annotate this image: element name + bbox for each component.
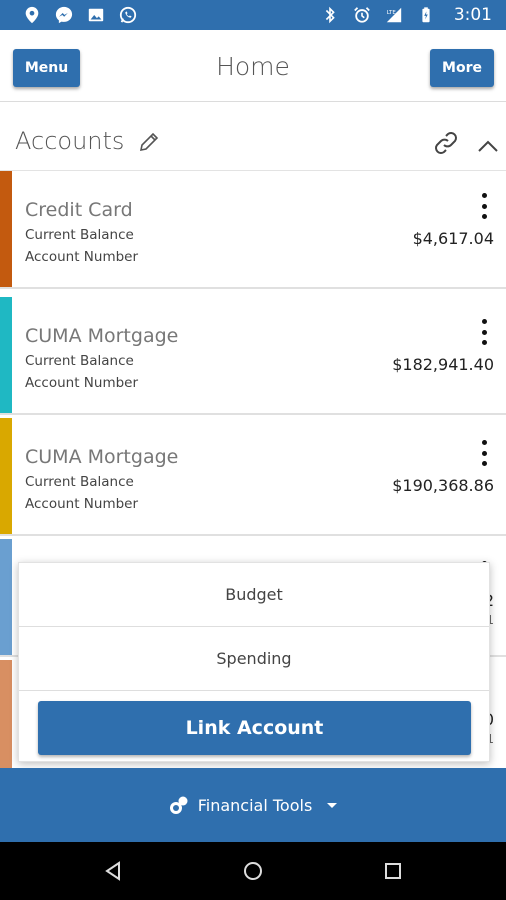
alarm-icon: [352, 5, 372, 25]
account-color-stripe: [0, 171, 12, 287]
menu-item-spending[interactable]: Spending: [19, 627, 489, 691]
status-bar: LTE 3:01: [0, 0, 506, 30]
current-balance-label: Current Balance: [25, 353, 134, 369]
account-number-label: Account Number: [25, 249, 139, 265]
location-icon: [22, 5, 42, 25]
link-chain-icon[interactable]: [432, 130, 460, 156]
account-name: CUMA Mortgage: [25, 446, 179, 468]
chevron-up-icon[interactable]: [476, 137, 500, 155]
menu-item-budget[interactable]: Budget: [19, 563, 489, 627]
image-icon: [86, 5, 106, 25]
financial-tools-bar[interactable]: Financial Tools: [0, 768, 506, 842]
caret-down-icon: [327, 803, 338, 808]
recent-apps-icon[interactable]: [381, 859, 405, 883]
more-options-icon[interactable]: [478, 317, 490, 347]
current-balance-label: Current Balance: [25, 227, 134, 243]
account-color-stripe: [0, 539, 12, 655]
account-card[interactable]: CUMA Mortgage Current Balance Account Nu…: [0, 418, 506, 536]
home-icon[interactable]: [241, 859, 265, 883]
account-name: CUMA Mortgage: [25, 325, 179, 347]
clock: 3:01: [453, 5, 492, 25]
accounts-section-header: Accounts: [0, 103, 506, 171]
current-balance-label: Current Balance: [25, 474, 134, 490]
account-color-stripe: [0, 418, 12, 534]
account-name: Credit Card: [25, 199, 133, 221]
lte-signal-icon: LTE: [384, 5, 404, 25]
edit-pencil-icon[interactable]: [138, 131, 160, 153]
account-number-label: Account Number: [25, 496, 139, 512]
android-nav-bar: [0, 842, 506, 900]
battery-icon: [416, 5, 436, 25]
account-card[interactable]: Credit Card Current Balance Account Numb…: [0, 171, 506, 289]
accounts-title: Accounts: [15, 127, 125, 155]
svg-text:LTE: LTE: [387, 10, 397, 16]
whatsapp-icon: [118, 5, 138, 25]
app-header: Menu Home More: [0, 30, 506, 102]
back-icon[interactable]: [101, 859, 125, 883]
link-account-button[interactable]: Link Account: [38, 701, 471, 755]
messenger-icon: [54, 5, 74, 25]
account-card[interactable]: CUMA Mortgage Current Balance Account Nu…: [0, 297, 506, 415]
more-options-icon[interactable]: [478, 438, 490, 468]
financial-tools-label: Financial Tools: [197, 795, 313, 815]
status-notifications: [22, 5, 138, 25]
account-number-label: Account Number: [25, 375, 139, 391]
account-balance: $182,941.40: [392, 355, 494, 374]
account-color-stripe: [0, 297, 12, 413]
status-system: LTE 3:01: [320, 5, 492, 25]
coins-icon: [169, 796, 188, 814]
account-balance: $190,368.86: [392, 476, 494, 495]
account-balance: $4,617.04: [412, 229, 494, 248]
financial-tools-menu: Budget Spending Link Account: [18, 562, 490, 762]
bluetooth-icon: [320, 5, 340, 25]
account-color-stripe: [0, 660, 12, 776]
more-button[interactable]: More: [430, 49, 494, 87]
more-options-icon[interactable]: [478, 191, 490, 221]
